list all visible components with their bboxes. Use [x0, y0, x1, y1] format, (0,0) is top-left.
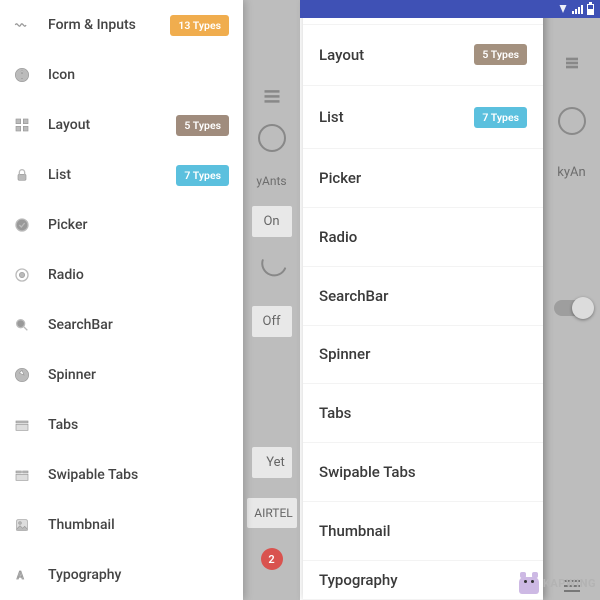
badge-types: 7 Types [176, 165, 229, 186]
menu-item-radio[interactable]: Radio [0, 250, 243, 300]
svg-text:A: A [17, 569, 25, 582]
menu-item-tabs[interactable]: Tabs [303, 384, 543, 443]
menu-item-typography[interactable]: A Typography [0, 550, 243, 600]
off-button[interactable]: Off [252, 306, 292, 337]
status-bar [300, 0, 600, 18]
check-icon [14, 217, 30, 233]
panel-left: Form & Inputs 13 Types Icon Layout 5 Typ… [0, 0, 300, 600]
swipetabs-icon [14, 467, 30, 483]
bgstrip-left: yAnts On Off Yet AIRTEL 2 [243, 0, 300, 600]
menu-item-layout[interactable]: Layout 5 Types [0, 100, 243, 150]
airtel-button[interactable]: AIRTEL [247, 498, 297, 528]
menu-label: Spinner [319, 345, 527, 363]
badge-types: 5 Types [176, 115, 229, 136]
typo-icon: A [14, 567, 30, 583]
circle-outline-icon [258, 124, 286, 152]
menu-item-tabs[interactable]: Tabs [0, 400, 243, 450]
menu-label: Swipable Tabs [319, 463, 527, 481]
yants-label: yAnts [256, 174, 286, 188]
menu-item-searchbar[interactable]: SearchBar [0, 300, 243, 350]
bgstrip-right: kyAn [543, 0, 600, 600]
panel-right: Layout 5 Types List 7 Types Picker Radio… [300, 0, 600, 600]
thumb-icon [14, 517, 30, 533]
menu-label: Picker [319, 169, 527, 187]
badge-types: 5 Types [474, 44, 527, 65]
menu-item-picker[interactable]: Picker [303, 149, 543, 208]
dot-icon [14, 267, 30, 283]
list-icon [262, 86, 282, 106]
grid-icon [14, 117, 30, 133]
battery-icon [587, 4, 594, 15]
menu-label: Radio [319, 228, 527, 246]
tabs-icon [14, 417, 30, 433]
menu-item-thumbnail[interactable]: Thumbnail [303, 502, 543, 561]
menu-label: Spinner [48, 367, 229, 383]
red-badge: 2 [261, 548, 283, 570]
menu-item-searchbar[interactable]: SearchBar [303, 267, 543, 326]
menu-label: Layout [48, 117, 176, 133]
menu-label: Typography [48, 567, 229, 583]
menu-label: Swipable Tabs [48, 467, 229, 483]
nav-icon [14, 367, 30, 383]
menu-label: SearchBar [319, 287, 527, 305]
menu-label: Tabs [48, 417, 229, 433]
menu-label: Tabs [319, 404, 527, 422]
menu-label: Typography [319, 571, 527, 589]
menu-label: List [319, 108, 474, 126]
menu-item-list[interactable]: List 7 Types [0, 150, 243, 200]
kapwing-mascot-icon [519, 572, 539, 594]
drawer-left: Form & Inputs 13 Types Icon Layout 5 Typ… [0, 0, 243, 600]
menu-item-icon[interactable]: Icon [0, 50, 243, 100]
kapwing-watermark: KAPWING [519, 572, 596, 594]
search-icon [14, 317, 30, 333]
menu-item-swipable-tabs[interactable]: Swipable Tabs [0, 450, 243, 500]
yet-button[interactable]: Yet [252, 447, 292, 478]
menu-label: Layout [319, 46, 474, 64]
menu-item-spinner[interactable]: Spinner [0, 350, 243, 400]
menu-label: Form & Inputs [48, 17, 170, 33]
drawer-right: Layout 5 Types List 7 Types Picker Radio… [303, 0, 543, 600]
circle-outline-icon [558, 107, 586, 135]
signal-icon [572, 5, 583, 14]
menu-label: List [48, 167, 176, 183]
menu-item-thumbnail[interactable]: Thumbnail [0, 500, 243, 550]
arc-icon [257, 259, 286, 280]
on-button[interactable]: On [252, 206, 292, 237]
badge-types: 7 Types [474, 107, 527, 128]
menu-item-layout[interactable]: Layout 5 Types [303, 24, 543, 87]
menu-label: Thumbnail [48, 517, 229, 533]
menu-item-typography[interactable]: Typography [303, 561, 543, 600]
menu-label: Picker [48, 217, 229, 233]
menu-item-form-inputs[interactable]: Form & Inputs 13 Types [0, 0, 243, 50]
kapwing-text: KAPWING [543, 577, 596, 590]
menu-item-list[interactable]: List 7 Types [303, 86, 543, 149]
menu-item-swipable-tabs[interactable]: Swipable Tabs [303, 443, 543, 502]
lock-icon [14, 167, 30, 183]
kyan-label: kyAn [557, 165, 585, 180]
menu-label: Icon [48, 67, 229, 83]
menu-item-picker[interactable]: Picker [0, 200, 243, 250]
toggle-switch[interactable] [554, 300, 590, 316]
menu-item-radio[interactable]: Radio [303, 208, 543, 267]
list-icon [564, 55, 580, 71]
menu-label: Thumbnail [319, 522, 527, 540]
wave-icon [14, 17, 30, 33]
menu-label: SearchBar [48, 317, 229, 333]
info-icon [14, 67, 30, 83]
wifi-icon [560, 5, 567, 13]
menu-item-spinner[interactable]: Spinner [303, 326, 543, 385]
menu-label: Radio [48, 267, 229, 283]
badge-types: 13 Types [170, 15, 229, 36]
